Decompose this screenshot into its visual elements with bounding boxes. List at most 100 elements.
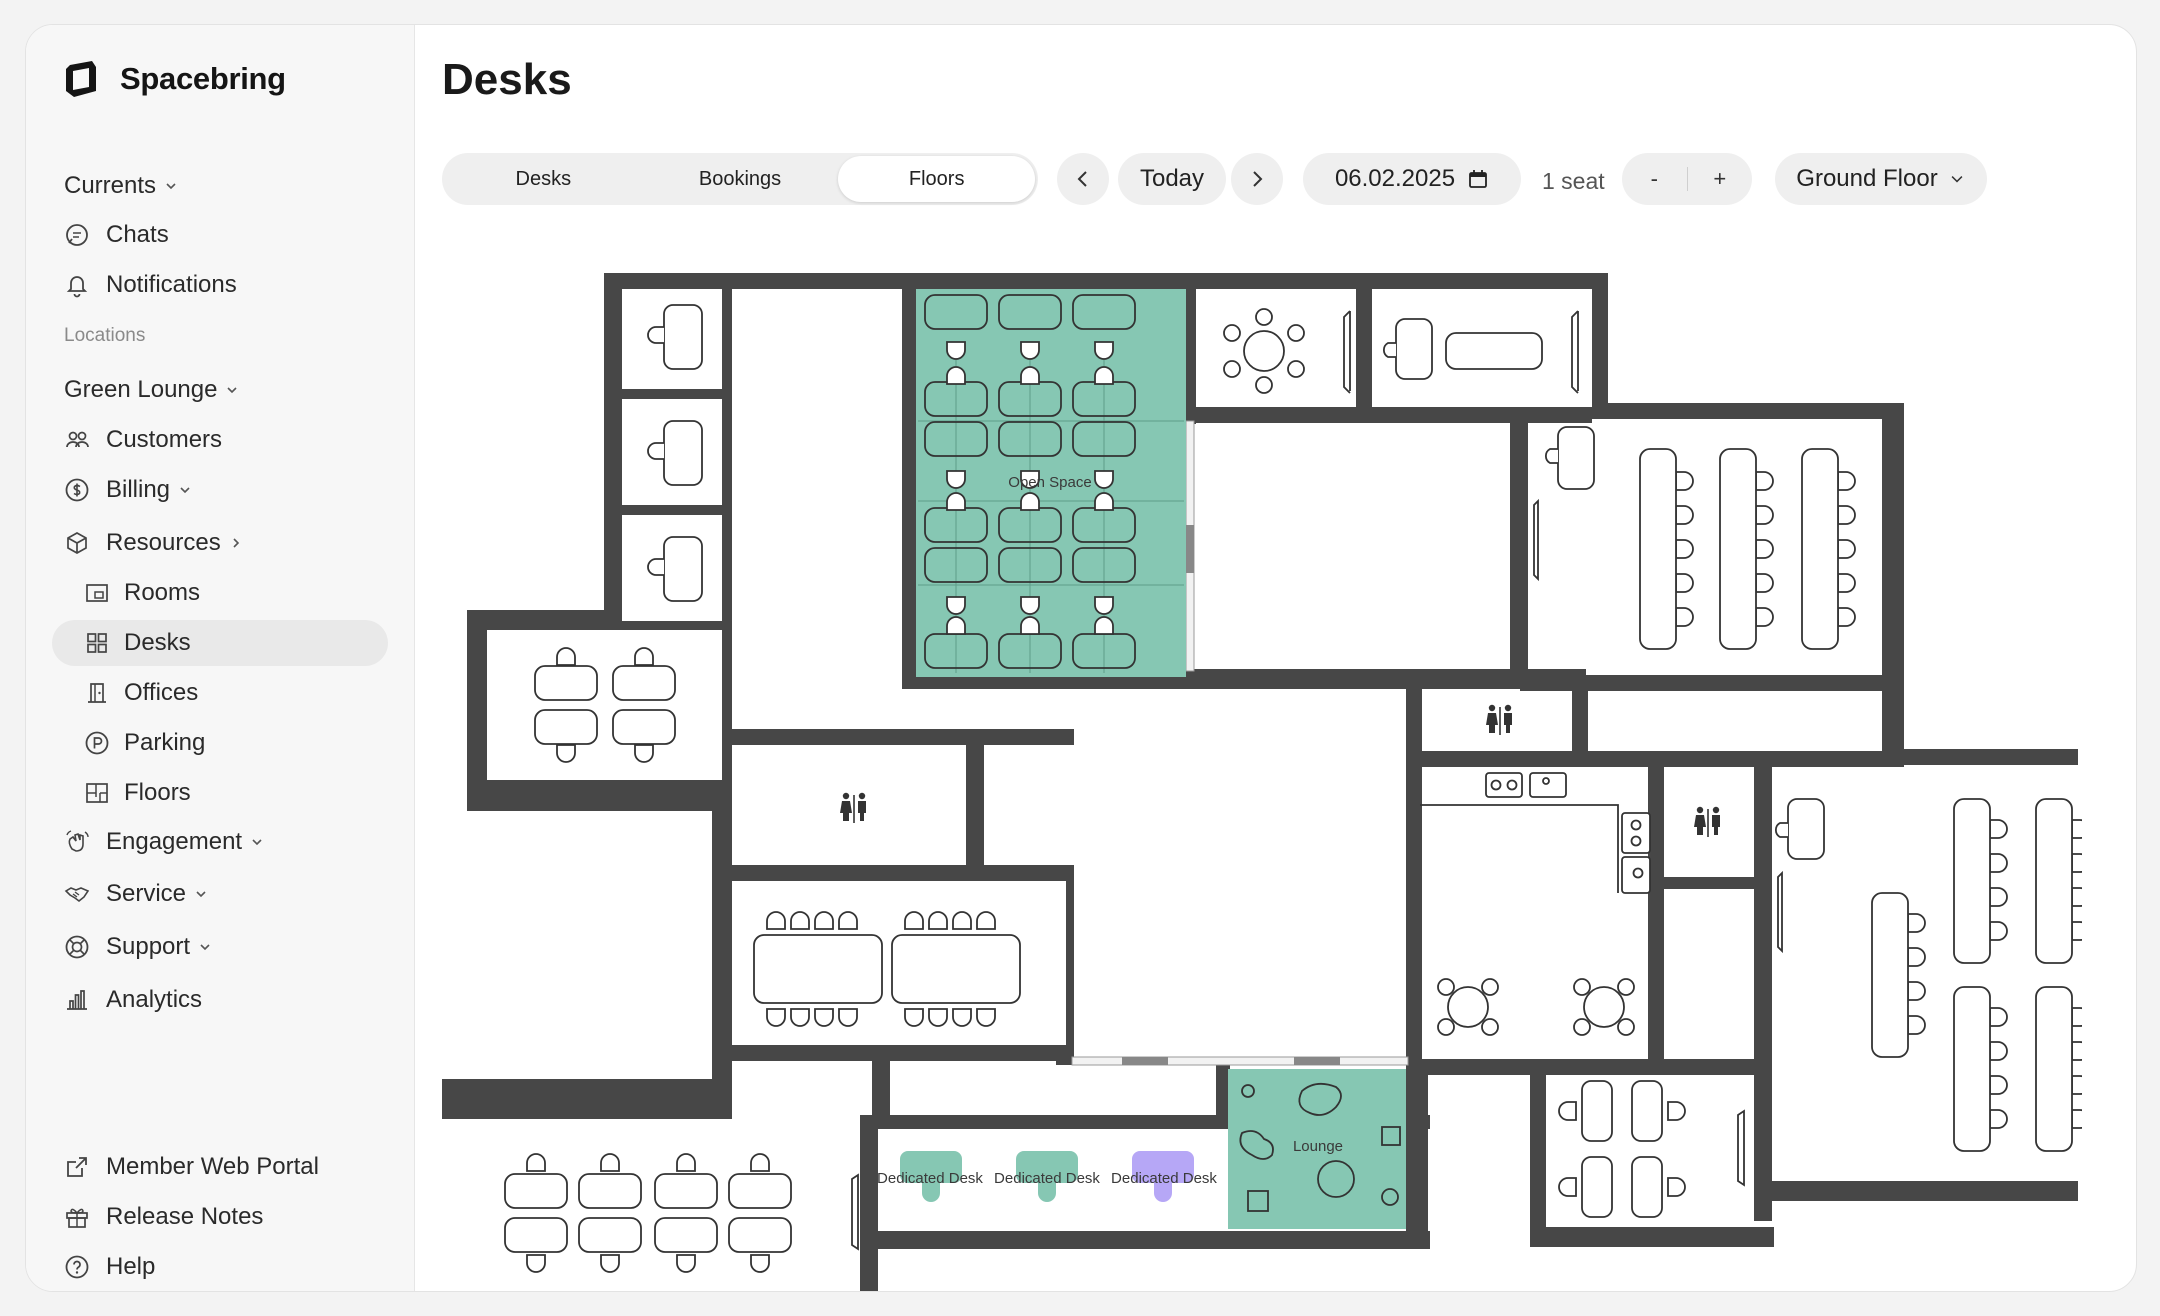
chair (1675, 471, 1694, 491)
brand-name: Spacebring (120, 61, 286, 96)
chair (2071, 887, 2082, 907)
brand[interactable]: Spacebring (62, 59, 286, 99)
chair (1755, 505, 1774, 525)
tab-desks[interactable]: Desks (445, 156, 642, 202)
cube-icon (64, 530, 90, 556)
chair (1989, 819, 2008, 839)
sidebar-item-chats[interactable]: Chats (52, 212, 388, 258)
chair (1755, 539, 1774, 559)
chair (1020, 492, 1040, 511)
sidebar-item-analytics[interactable]: Analytics (52, 977, 388, 1023)
chair (838, 911, 858, 930)
grid-icon (84, 630, 110, 656)
dedicated-desk-1-label[interactable]: Dedicated Desk (877, 1170, 983, 1187)
sidebar-item-service[interactable]: Service (52, 871, 388, 917)
users-icon (64, 427, 90, 453)
sidebar-item-label: Parking (124, 729, 206, 756)
chevron-down-icon (225, 383, 239, 397)
sidebar-item-label: Resources (106, 529, 221, 556)
next-day-button[interactable] (1231, 153, 1283, 205)
chair (1755, 471, 1774, 491)
sidebar-item-billing[interactable]: Billing (52, 467, 388, 513)
tab-floors[interactable]: Floors (838, 156, 1036, 202)
decrease-seats-button[interactable]: - (1622, 166, 1687, 192)
date-picker[interactable]: 06.02.2025 (1303, 153, 1521, 205)
chair (1094, 366, 1114, 385)
chair (600, 1254, 620, 1273)
sidebar-item-member-portal[interactable]: Member Web Portal (52, 1144, 388, 1190)
chair (1223, 360, 1241, 378)
sidebar-item-parking[interactable]: Parking (52, 720, 388, 766)
sidebar-item-resources[interactable]: Resources (52, 520, 388, 566)
page-title: Desks (442, 55, 572, 104)
chair (634, 647, 654, 666)
chair (904, 911, 924, 930)
sidebar-item-desks[interactable]: Desks (52, 620, 388, 666)
chair (1837, 471, 1856, 491)
previous-day-button[interactable] (1057, 153, 1109, 205)
sidebar-item-offices[interactable]: Offices (52, 670, 388, 716)
chair (1617, 1018, 1635, 1036)
parking-icon (84, 730, 110, 756)
desk (654, 1173, 718, 1209)
sidebar-item-help[interactable]: Help (52, 1244, 388, 1290)
chair (2071, 1007, 2082, 1027)
sidebar-item-label: Member Web Portal (106, 1153, 319, 1180)
sidebar-item-label: Chats (106, 221, 169, 248)
sidebar: Spacebring Currents Chats Notifications … (26, 25, 415, 1291)
bell-icon (64, 272, 90, 298)
floor-selector[interactable]: Ground Floor (1775, 153, 1987, 205)
chair (1989, 1075, 2008, 1095)
today-button[interactable]: Today (1118, 153, 1226, 205)
sidebar-item-engagement[interactable]: Engagement (52, 819, 388, 865)
chair (928, 1008, 948, 1027)
chair (1907, 913, 1926, 933)
tab-bookings[interactable]: Bookings (642, 156, 839, 202)
sidebar-item-floors[interactable]: Floors (52, 770, 388, 816)
chair (1989, 921, 2008, 941)
sidebar-item-label: Help (106, 1253, 156, 1280)
floorplan-icon (84, 780, 110, 806)
chair (1617, 978, 1635, 996)
open-space-label[interactable]: Open Space (1008, 474, 1091, 491)
chair (790, 911, 810, 930)
chair (946, 616, 966, 635)
desk (728, 1173, 792, 1209)
dedicated-desk-2-label[interactable]: Dedicated Desk (994, 1170, 1100, 1187)
chair (946, 341, 966, 360)
increase-seats-button[interactable]: + (1688, 166, 1753, 192)
chair (2071, 819, 2082, 839)
sidebar-item-currents[interactable]: Currents (52, 163, 388, 209)
chair (676, 1153, 696, 1172)
chair (1675, 573, 1694, 593)
dedicated-desk-3-label[interactable]: Dedicated Desk (1111, 1170, 1217, 1187)
sidebar-item-notifications[interactable]: Notifications (52, 262, 388, 308)
floor-name: Ground Floor (1796, 165, 1938, 192)
seat-stepper: - + (1622, 153, 1752, 205)
chair (1020, 366, 1040, 385)
desk (534, 709, 598, 745)
chair (1020, 341, 1040, 360)
sidebar-item-label: Floors (124, 779, 191, 806)
lifebuoy-icon (64, 934, 90, 960)
chair (600, 1153, 620, 1172)
location-selector[interactable]: Green Lounge (52, 367, 388, 413)
sidebar-item-label: Engagement (106, 828, 243, 855)
sidebar-item-rooms[interactable]: Rooms (52, 570, 388, 616)
sidebar-item-release-notes[interactable]: Release Notes (52, 1194, 388, 1240)
desk (534, 665, 598, 701)
chair (946, 492, 966, 511)
lounge-label[interactable]: Lounge (1293, 1138, 1343, 1155)
chair (1989, 1007, 2008, 1027)
chair (838, 1008, 858, 1027)
chair (1223, 324, 1241, 342)
sidebar-item-label: Offices (124, 679, 199, 706)
chair (814, 1008, 834, 1027)
chair (1437, 1018, 1455, 1036)
sidebar-item-support[interactable]: Support (52, 924, 388, 970)
floor-plan: Open Space Lounge Dedicated Desk Dedicat… (442, 241, 2082, 1291)
chair (1755, 573, 1774, 593)
chair (1481, 978, 1499, 996)
chair (2071, 921, 2082, 941)
sidebar-item-customers[interactable]: Customers (52, 417, 388, 463)
